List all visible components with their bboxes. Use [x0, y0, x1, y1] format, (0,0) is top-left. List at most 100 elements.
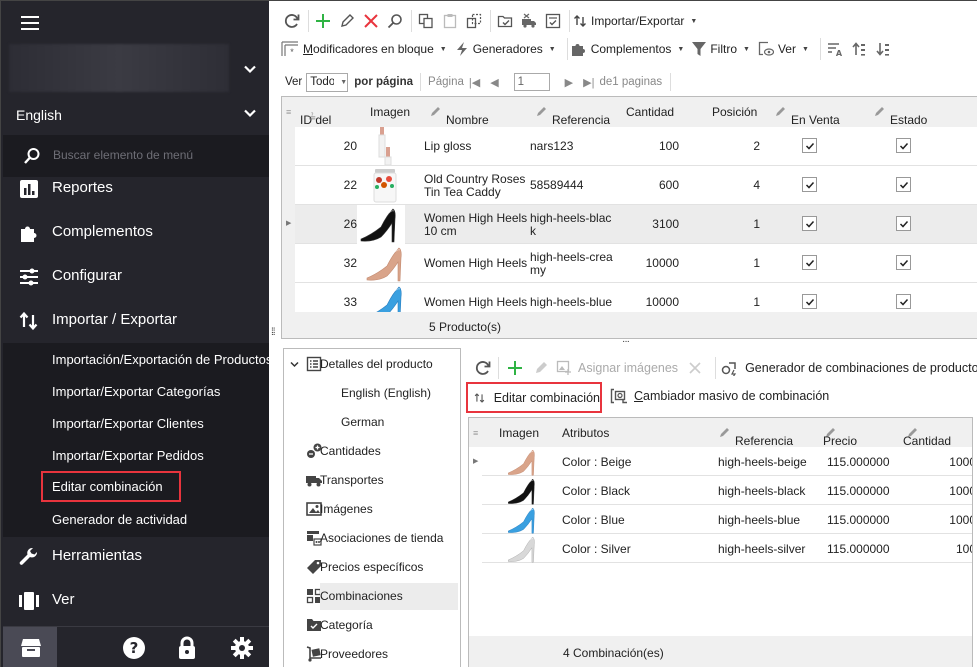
gear-icon[interactable]: [230, 636, 254, 660]
per-page-select[interactable]: Todo ▼: [306, 72, 349, 92]
edit-pencil-icon[interactable]: [530, 357, 552, 379]
on-sale-checkbox[interactable]: [802, 138, 817, 153]
product-row[interactable]: 20 Lip gloss nars123 100 2: [295, 127, 977, 166]
column-chooser-icon[interactable]: ≡: [473, 428, 478, 438]
col-status[interactable]: Estado: [874, 105, 927, 127]
generators-dropdown[interactable]: Generadores ▼: [455, 41, 556, 57]
sort-alpha-icon[interactable]: A: [824, 38, 846, 60]
delete-icon[interactable]: [360, 10, 382, 32]
language-selector[interactable]: English: [16, 107, 62, 123]
bulk-modifiers-dropdown[interactable]: * Modificadores en bloque ▼: [281, 41, 447, 57]
tree-item-precios-especificos[interactable]: Precios específicos: [284, 554, 460, 580]
filter-dropdown[interactable]: Filtro ▼: [692, 41, 750, 57]
nav-item-importar-exportar[interactable]: Importar / Exportar: [1, 299, 269, 343]
on-sale-checkbox[interactable]: [802, 255, 817, 270]
col-name[interactable]: Nombre: [430, 105, 489, 127]
add-combination-icon[interactable]: [504, 357, 526, 379]
help-icon[interactable]: ?: [122, 636, 146, 660]
refresh-icon[interactable]: [281, 10, 303, 32]
mass-combination-changer-button[interactable]: Cambiador masivo de combinación: [610, 388, 829, 404]
tree-item-imagenes[interactable]: Imágenes: [284, 496, 460, 522]
assign-images-button[interactable]: Asignar imágenes: [556, 360, 678, 376]
chevron-down-icon[interactable]: [243, 62, 257, 76]
tree-item-categoria[interactable]: Categoría: [284, 612, 460, 638]
product-row[interactable]: 32 Women High Heels high-heels-crea my 10…: [295, 244, 977, 283]
submenu-item-customers[interactable]: Importar/Exportar Clientes: [52, 416, 204, 431]
col-quantity[interactable]: Cantidad: [903, 426, 951, 448]
combination-row[interactable]: Color : Black high-heels-black 115.00000…: [482, 476, 972, 505]
tree-item-cantidades[interactable]: Cantidades: [284, 438, 460, 464]
status-checkbox[interactable]: [896, 294, 911, 309]
expand-chevron-icon[interactable]: [290, 360, 299, 369]
col-quantity[interactable]: Cantidad: [626, 105, 674, 119]
tree-item-german[interactable]: German: [284, 409, 460, 435]
col-position[interactable]: Posición: [712, 105, 757, 119]
next-page-button[interactable]: ▶: [565, 76, 573, 89]
tree-item-english-english[interactable]: English (English): [284, 380, 460, 406]
product-row[interactable]: 22 Old Country Roses Tin Tea Caddy 585894…: [295, 166, 977, 205]
checklist-icon[interactable]: [542, 10, 564, 32]
folder-check-icon[interactable]: [494, 10, 516, 32]
combination-row[interactable]: Color : Silver high-heels-silver 115.000…: [482, 534, 972, 563]
view-dropdown[interactable]: Ver ▼: [758, 41, 809, 57]
move-down-icon[interactable]: [872, 38, 894, 60]
col-reference[interactable]: Referencia: [536, 105, 610, 127]
addons-dropdown[interactable]: Complementos ▼: [571, 41, 684, 57]
column-chooser-icon[interactable]: ≡: [286, 107, 291, 117]
tree-item-asociaciones-de-tienda[interactable]: Asociaciones de tienda: [284, 525, 460, 551]
combination-row[interactable]: Color : Beige high-heels-beige 115.00000…: [482, 447, 972, 476]
horizontal-splitter-handle[interactable]: ···: [622, 336, 630, 347]
nav-item-ver[interactable]: Ver: [1, 579, 269, 623]
status-checkbox[interactable]: [896, 138, 911, 153]
submenu-item-orders[interactable]: Importar/Exportar Pedidos: [52, 448, 204, 463]
col-image[interactable]: Imagen: [499, 426, 539, 440]
status-checkbox[interactable]: [896, 177, 911, 192]
refresh-icon[interactable]: [472, 357, 494, 379]
tree-item-detalles-del-producto[interactable]: Detalles del producto: [284, 351, 460, 377]
nav-item-complementos[interactable]: Complementos: [1, 211, 269, 255]
nav-item-herramientas[interactable]: Herramientas: [1, 535, 269, 579]
submenu-item-edit-combination[interactable]: Editar combinación: [41, 471, 181, 502]
paste-icon[interactable]: [439, 10, 461, 32]
edit-pencil-icon[interactable]: [336, 10, 358, 32]
prev-page-button[interactable]: ◀: [490, 76, 498, 89]
col-attributes[interactable]: Atributos: [562, 426, 609, 440]
add-icon[interactable]: [312, 10, 334, 32]
on-sale-checkbox[interactable]: [802, 294, 817, 309]
search-icon[interactable]: [384, 10, 406, 32]
col-prices[interactable]: Precios: [823, 426, 857, 448]
shipping-icon[interactable]: [518, 10, 540, 32]
submenu-item-products[interactable]: Importación/Exportación de Productos: [52, 352, 272, 367]
first-page-button[interactable]: |◀: [469, 76, 480, 89]
duplicate-icon[interactable]: [463, 10, 485, 32]
nav-item-configurar[interactable]: Configurar: [1, 255, 269, 299]
product-row[interactable]: 26 Women High Heels 10 cm high-heels-blac…: [295, 205, 977, 244]
combination-row[interactable]: Color : Blue high-heels-blue 115.000000 …: [482, 505, 972, 534]
status-checkbox[interactable]: [896, 216, 911, 231]
hamburger-menu-icon[interactable]: [21, 16, 39, 30]
chevron-down-icon[interactable]: [243, 106, 257, 120]
copy-icon[interactable]: [415, 10, 437, 32]
move-up-icon[interactable]: [848, 38, 870, 60]
combination-generator-button[interactable]: Generador de combinaciones de producto: [721, 360, 977, 376]
submenu-item-activity-generator[interactable]: Generador de actividad: [52, 512, 187, 527]
search-input[interactable]: Buscar elemento de menú: [53, 148, 193, 162]
col-reference[interactable]: Referencia: [719, 426, 793, 448]
col-image[interactable]: Imagen: [370, 105, 410, 119]
tree-item-combinaciones[interactable]: Combinaciones: [284, 583, 460, 610]
last-page-button[interactable]: ▶|: [583, 76, 594, 89]
page-input[interactable]: 1: [513, 73, 550, 91]
vertical-splitter-handle[interactable]: ⁞⁞: [271, 327, 275, 338]
import-export-dropdown[interactable]: Importar/Exportar ▼: [573, 14, 697, 28]
nav-item-reportes[interactable]: Reportes: [1, 167, 269, 211]
tree-item-transportes[interactable]: Transportes: [284, 467, 460, 493]
on-sale-checkbox[interactable]: [802, 216, 817, 231]
edit-combination-button[interactable]: Editar combinación: [466, 382, 602, 413]
lock-icon[interactable]: [175, 636, 199, 660]
store-selector-blurred[interactable]: [9, 44, 229, 92]
status-checkbox[interactable]: [896, 255, 911, 270]
submenu-item-categories[interactable]: Importar/Exportar Categorías: [52, 384, 220, 399]
on-sale-checkbox[interactable]: [802, 177, 817, 192]
tree-item-proveedores[interactable]: Proveedores: [284, 641, 460, 667]
delete-combination-icon[interactable]: [684, 357, 706, 379]
